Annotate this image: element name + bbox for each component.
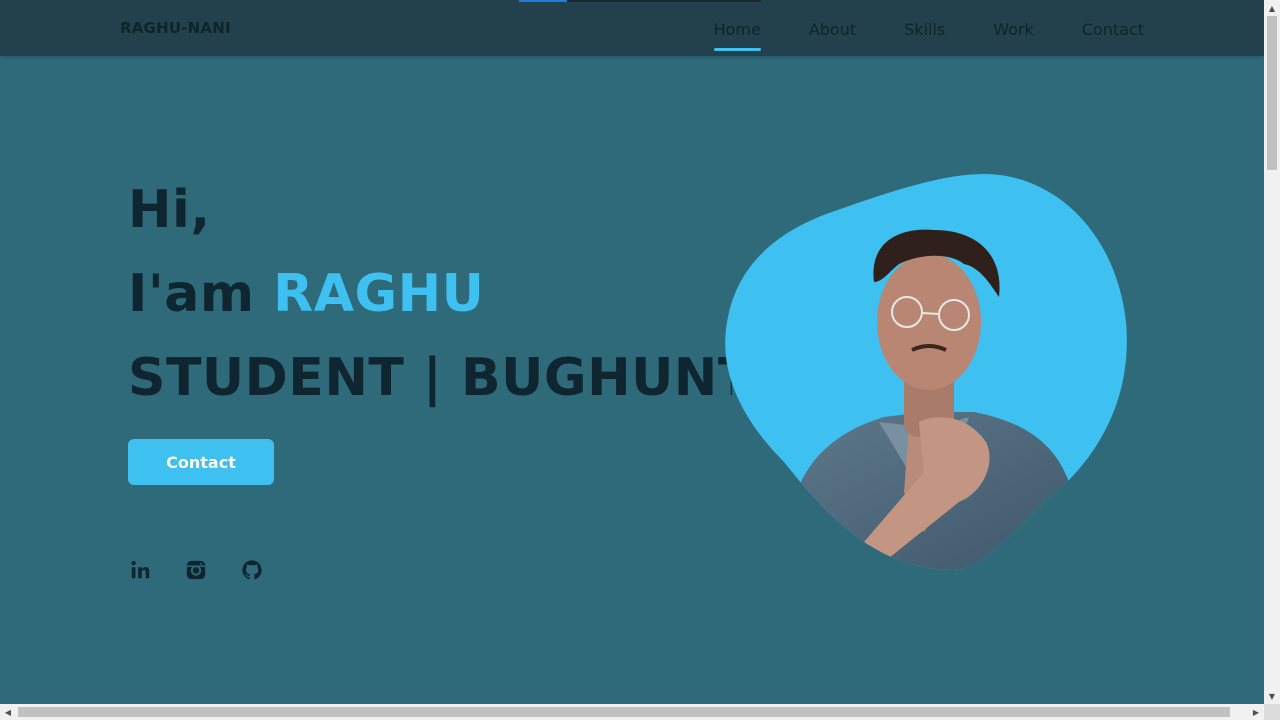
nav-work[interactable]: Work <box>993 18 1034 39</box>
horizontal-scroll-thumb[interactable] <box>18 707 1230 717</box>
vertical-scroll-thumb[interactable] <box>1267 16 1277 170</box>
profile-photo <box>725 174 1127 570</box>
nav-home[interactable]: Home <box>713 18 762 51</box>
hero-greeting: Hi, <box>128 180 211 240</box>
profile-blob <box>724 172 1130 570</box>
github-icon[interactable] <box>240 558 264 582</box>
scroll-up-arrow-icon[interactable]: ▲ <box>1264 0 1280 16</box>
social-links <box>128 558 264 582</box>
contact-button[interactable]: Contact <box>128 439 274 485</box>
hero-intro: I'am RAGHU <box>128 252 732 336</box>
hero-role: STUDENT | BUGHUNTER <box>128 348 732 408</box>
scroll-progress-fill <box>519 0 568 2</box>
hero-intro-prefix: I'am <box>128 264 274 324</box>
horizontal-scrollbar[interactable]: ◀ ▶ <box>0 704 1264 720</box>
hero-text: Hi, I'am RAGHU STUDENT | BUGHUNTER <box>128 168 732 420</box>
nav-about[interactable]: About <box>809 18 856 39</box>
scroll-down-arrow-icon[interactable]: ▼ <box>1264 688 1280 704</box>
scroll-left-arrow-icon[interactable]: ◀ <box>0 704 16 720</box>
vertical-scrollbar[interactable]: ▲ ▼ <box>1264 0 1280 704</box>
linkedin-icon[interactable] <box>128 558 152 582</box>
nav-contact[interactable]: Contact <box>1082 18 1144 39</box>
instagram-icon[interactable] <box>184 558 208 582</box>
scroll-right-arrow-icon[interactable]: ▶ <box>1248 704 1264 720</box>
main-nav: Home About Skills Work Contact <box>713 0 1144 56</box>
nav-skills[interactable]: Skills <box>904 18 945 39</box>
site-header: RAGHU-NANI Home About Skills Work Contac… <box>0 0 1264 56</box>
scrollbar-corner <box>1264 704 1280 720</box>
site-logo[interactable]: RAGHU-NANI <box>120 19 231 37</box>
hero-name: RAGHU <box>273 264 485 324</box>
page-viewport: RAGHU-NANI Home About Skills Work Contac… <box>0 0 1264 704</box>
